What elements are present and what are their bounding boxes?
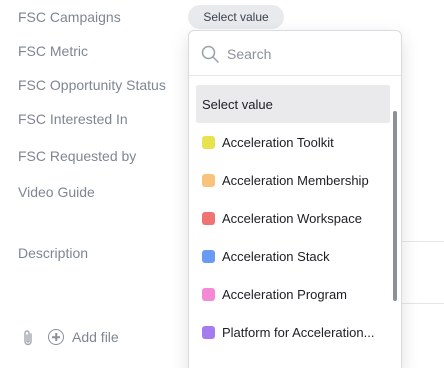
field-label-fsc-campaigns: FSC Campaigns — [18, 9, 121, 25]
campaigns-select-button[interactable]: Select value — [188, 5, 284, 29]
description-box-top-edge — [400, 241, 444, 242]
description-box-bottom-edge — [400, 303, 444, 304]
option-label: Select value — [202, 96, 273, 112]
option-label: Acceleration Toolkit — [222, 134, 334, 150]
campaigns-dropdown: Select value Acceleration Toolkit Accele… — [188, 30, 402, 368]
paperclip-icon[interactable] — [20, 329, 36, 347]
field-label-fsc-metric: FSC Metric — [18, 43, 88, 59]
color-swatch-icon — [202, 287, 215, 301]
option-acceleration-toolkit[interactable]: Acceleration Toolkit — [196, 123, 390, 161]
color-swatch-icon — [202, 249, 215, 263]
dropdown-search-row — [189, 31, 401, 76]
field-label-description: Description — [18, 245, 89, 261]
color-swatch-icon — [202, 135, 215, 149]
color-swatch-icon — [202, 211, 215, 225]
option-label: Acceleration Membership — [222, 172, 369, 188]
option-acceleration-workspace[interactable]: Acceleration Workspace — [196, 199, 390, 237]
plus-circle-icon — [48, 329, 64, 345]
add-file-button[interactable]: Add file — [48, 326, 119, 348]
option-label: Acceleration Workspace — [222, 210, 362, 226]
option-label: Platform for Acceleration... — [222, 324, 375, 340]
search-icon — [201, 45, 219, 63]
option-select-value[interactable]: Select value — [196, 85, 390, 123]
option-acceleration-membership[interactable]: Acceleration Membership — [196, 161, 390, 199]
field-label-video-guide: Video Guide — [18, 184, 95, 200]
dropdown-scrollbar[interactable] — [393, 111, 397, 301]
option-acceleration-stack[interactable]: Acceleration Stack — [196, 237, 390, 275]
option-acceleration-program[interactable]: Acceleration Program — [196, 275, 390, 313]
record-form: FSC Campaigns FSC Metric FSC Opportunity… — [0, 0, 444, 368]
field-label-fsc-interested-in: FSC Interested In — [18, 111, 128, 127]
color-swatch-icon — [202, 325, 215, 339]
add-file-label: Add file — [72, 329, 119, 345]
field-label-fsc-requested-by: FSC Requested by — [18, 148, 137, 164]
color-swatch-icon — [202, 173, 215, 187]
dropdown-search-input[interactable] — [227, 43, 387, 65]
field-label-fsc-opportunity-status: FSC Opportunity Status — [18, 77, 166, 93]
option-platform-for-acceleration[interactable]: Platform for Acceleration... — [196, 313, 390, 351]
option-label: Acceleration Stack — [222, 248, 330, 264]
option-label: Acceleration Program — [222, 286, 347, 302]
